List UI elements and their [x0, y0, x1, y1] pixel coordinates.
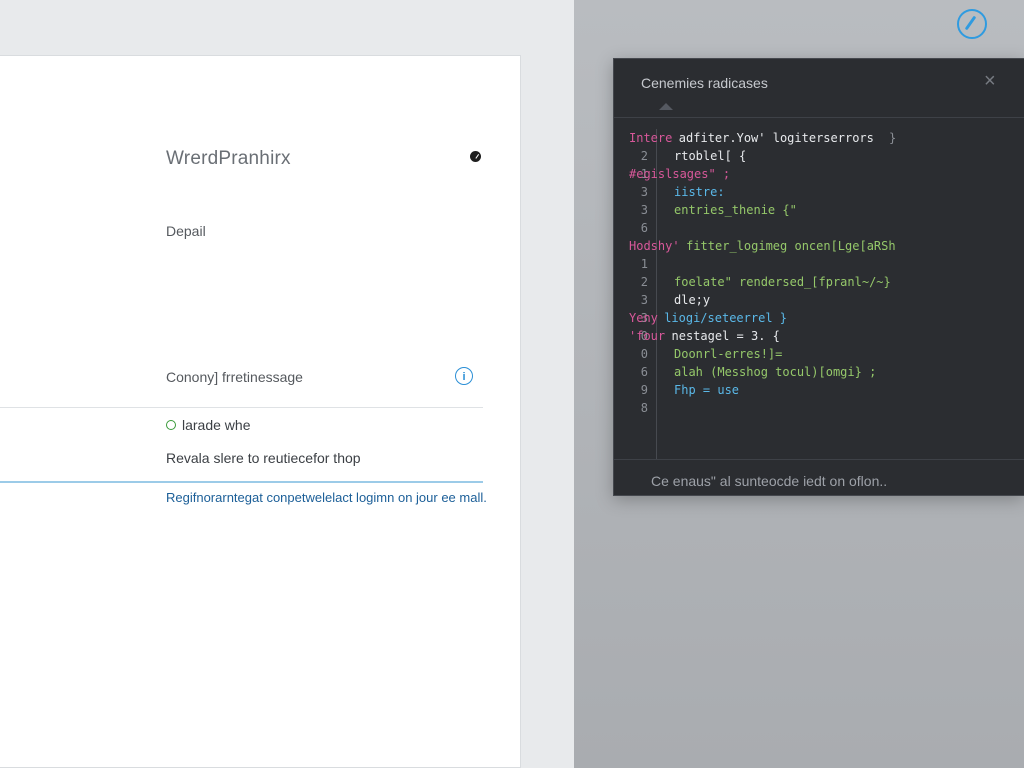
divider-accent	[0, 481, 483, 483]
line-number: 6	[640, 221, 648, 235]
panel-footer-divider	[614, 459, 1024, 460]
code-text: Fhp = use	[674, 383, 740, 397]
radio-option[interactable]: larade whe	[166, 417, 251, 433]
divider	[0, 407, 483, 408]
code-text: liogi/seteerrel }	[664, 311, 788, 325]
code-text: rtoblel[ {	[674, 149, 747, 163]
code-line: 3 entries_thenie {"	[614, 201, 1024, 219]
code-line: 3 dle;y	[614, 291, 1024, 309]
line-number: 1	[640, 257, 648, 271]
panel-title: Cenemies radicases	[641, 75, 768, 91]
line-number: 6	[640, 365, 648, 379]
code-line: 2 foelate" rendersed_[fpranl~/~}	[614, 273, 1024, 291]
info-icon[interactable]: i	[455, 367, 473, 385]
refresh-icon[interactable]	[957, 9, 987, 39]
code-line: 0 Doonrl-erres!]=	[614, 345, 1024, 363]
code-line: Intere adfiter.Yow' logiterserrors}	[614, 129, 1024, 147]
line-number: 9	[640, 383, 648, 397]
settings-card: WrerdPranhirx Depail Conony] frretinessa…	[0, 55, 521, 768]
close-icon[interactable]: ×	[984, 71, 996, 91]
code-keyword: Hodshy'	[629, 239, 680, 253]
code-text: entries_thenie {"	[674, 203, 797, 217]
code-line: 1	[614, 255, 1024, 273]
code-keyword: 'four	[629, 329, 666, 343]
line-number: 3	[640, 203, 648, 217]
code-line: Hodshy' fitter_logimeg oncen[Lge[aRSh	[614, 237, 1024, 255]
radio-label: larade whe	[182, 417, 251, 433]
plugin-title: WrerdPranhirx	[166, 148, 291, 169]
code-line: 2 rtoblel[ {	[614, 147, 1024, 165]
code-line: 6	[614, 219, 1024, 237]
code-text: adfiter.Yow' logiterserrors	[678, 131, 874, 145]
panel-divider	[614, 117, 1024, 118]
code-text: foelate" rendersed_[fpranl~/~}	[674, 275, 891, 289]
reveal-description: Revala slere to reutiecefor thop	[166, 450, 361, 466]
config-label: Conony] frretinessage	[166, 369, 303, 385]
code-editor[interactable]: Intere adfiter.Yow' logiterserrors} 2 rtobl…	[614, 129, 1024, 459]
detail-label: Depail	[166, 223, 206, 239]
code-line: 3 Yeny liogi/seteerrel }	[614, 309, 1024, 327]
line-number: 8	[640, 401, 648, 415]
line-number: 2	[640, 149, 648, 163]
status-check-icon[interactable]	[470, 151, 481, 162]
code-line: 0'four nestagel = 3. {	[614, 327, 1024, 345]
code-keyword: #egislsages" ;	[629, 167, 731, 181]
line-number: 3	[640, 185, 648, 199]
code-suffix: }	[889, 131, 897, 145]
code-line: 3 iistre:	[614, 183, 1024, 201]
panel-footer-text: Ce enaus" al sunteocde iedt on oflon..	[651, 473, 888, 489]
code-panel: Cenemies radicases × Intere adfiter.Yow' …	[613, 58, 1024, 496]
line-number: 2	[640, 275, 648, 289]
code-text: fitter_logimeg oncen[Lge[aRSh	[686, 239, 896, 253]
radio-circle-icon[interactable]	[166, 420, 176, 430]
code-text: iistre:	[674, 185, 725, 199]
code-text: Doonrl-erres!]=	[674, 347, 783, 361]
code-text: nestagel = 3. {	[671, 329, 780, 343]
code-line: 8	[614, 399, 1024, 417]
panel-caret-icon	[659, 103, 673, 110]
code-line: 1 #egislsages" ;	[614, 165, 1024, 183]
code-text: dle;y	[674, 293, 711, 307]
code-keyword: Intere	[629, 131, 673, 145]
code-text: alah (Messhog tocul)[omgi} ;	[674, 365, 877, 379]
code-keyword: Yeny	[629, 311, 658, 325]
line-number: 3	[640, 293, 648, 307]
code-line: 6 alah (Messhog tocul)[omgi} ;	[614, 363, 1024, 381]
code-line: 9 Fhp = use	[614, 381, 1024, 399]
register-link[interactable]: Regifnorarntegat conpetwelelact logimn o…	[166, 490, 487, 505]
line-number: 0	[640, 347, 648, 361]
